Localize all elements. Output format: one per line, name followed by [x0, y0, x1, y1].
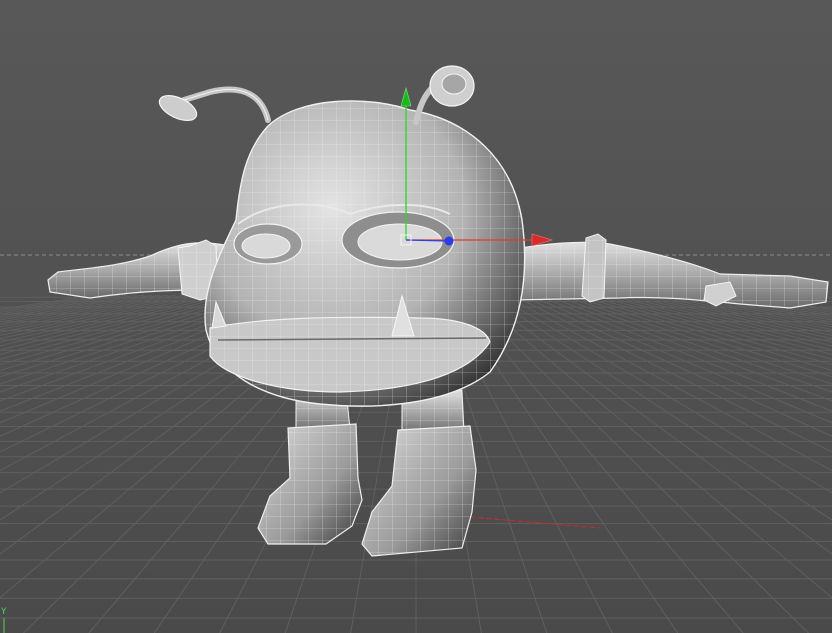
3d-viewport[interactable]: Y: [0, 0, 832, 633]
head[interactable]: [204, 100, 526, 407]
left-eye[interactable]: [233, 223, 303, 265]
axis-y-label: Y: [1, 607, 7, 617]
move-z-dot-icon[interactable]: [444, 236, 454, 246]
viewport-canvas[interactable]: Y: [0, 0, 832, 633]
